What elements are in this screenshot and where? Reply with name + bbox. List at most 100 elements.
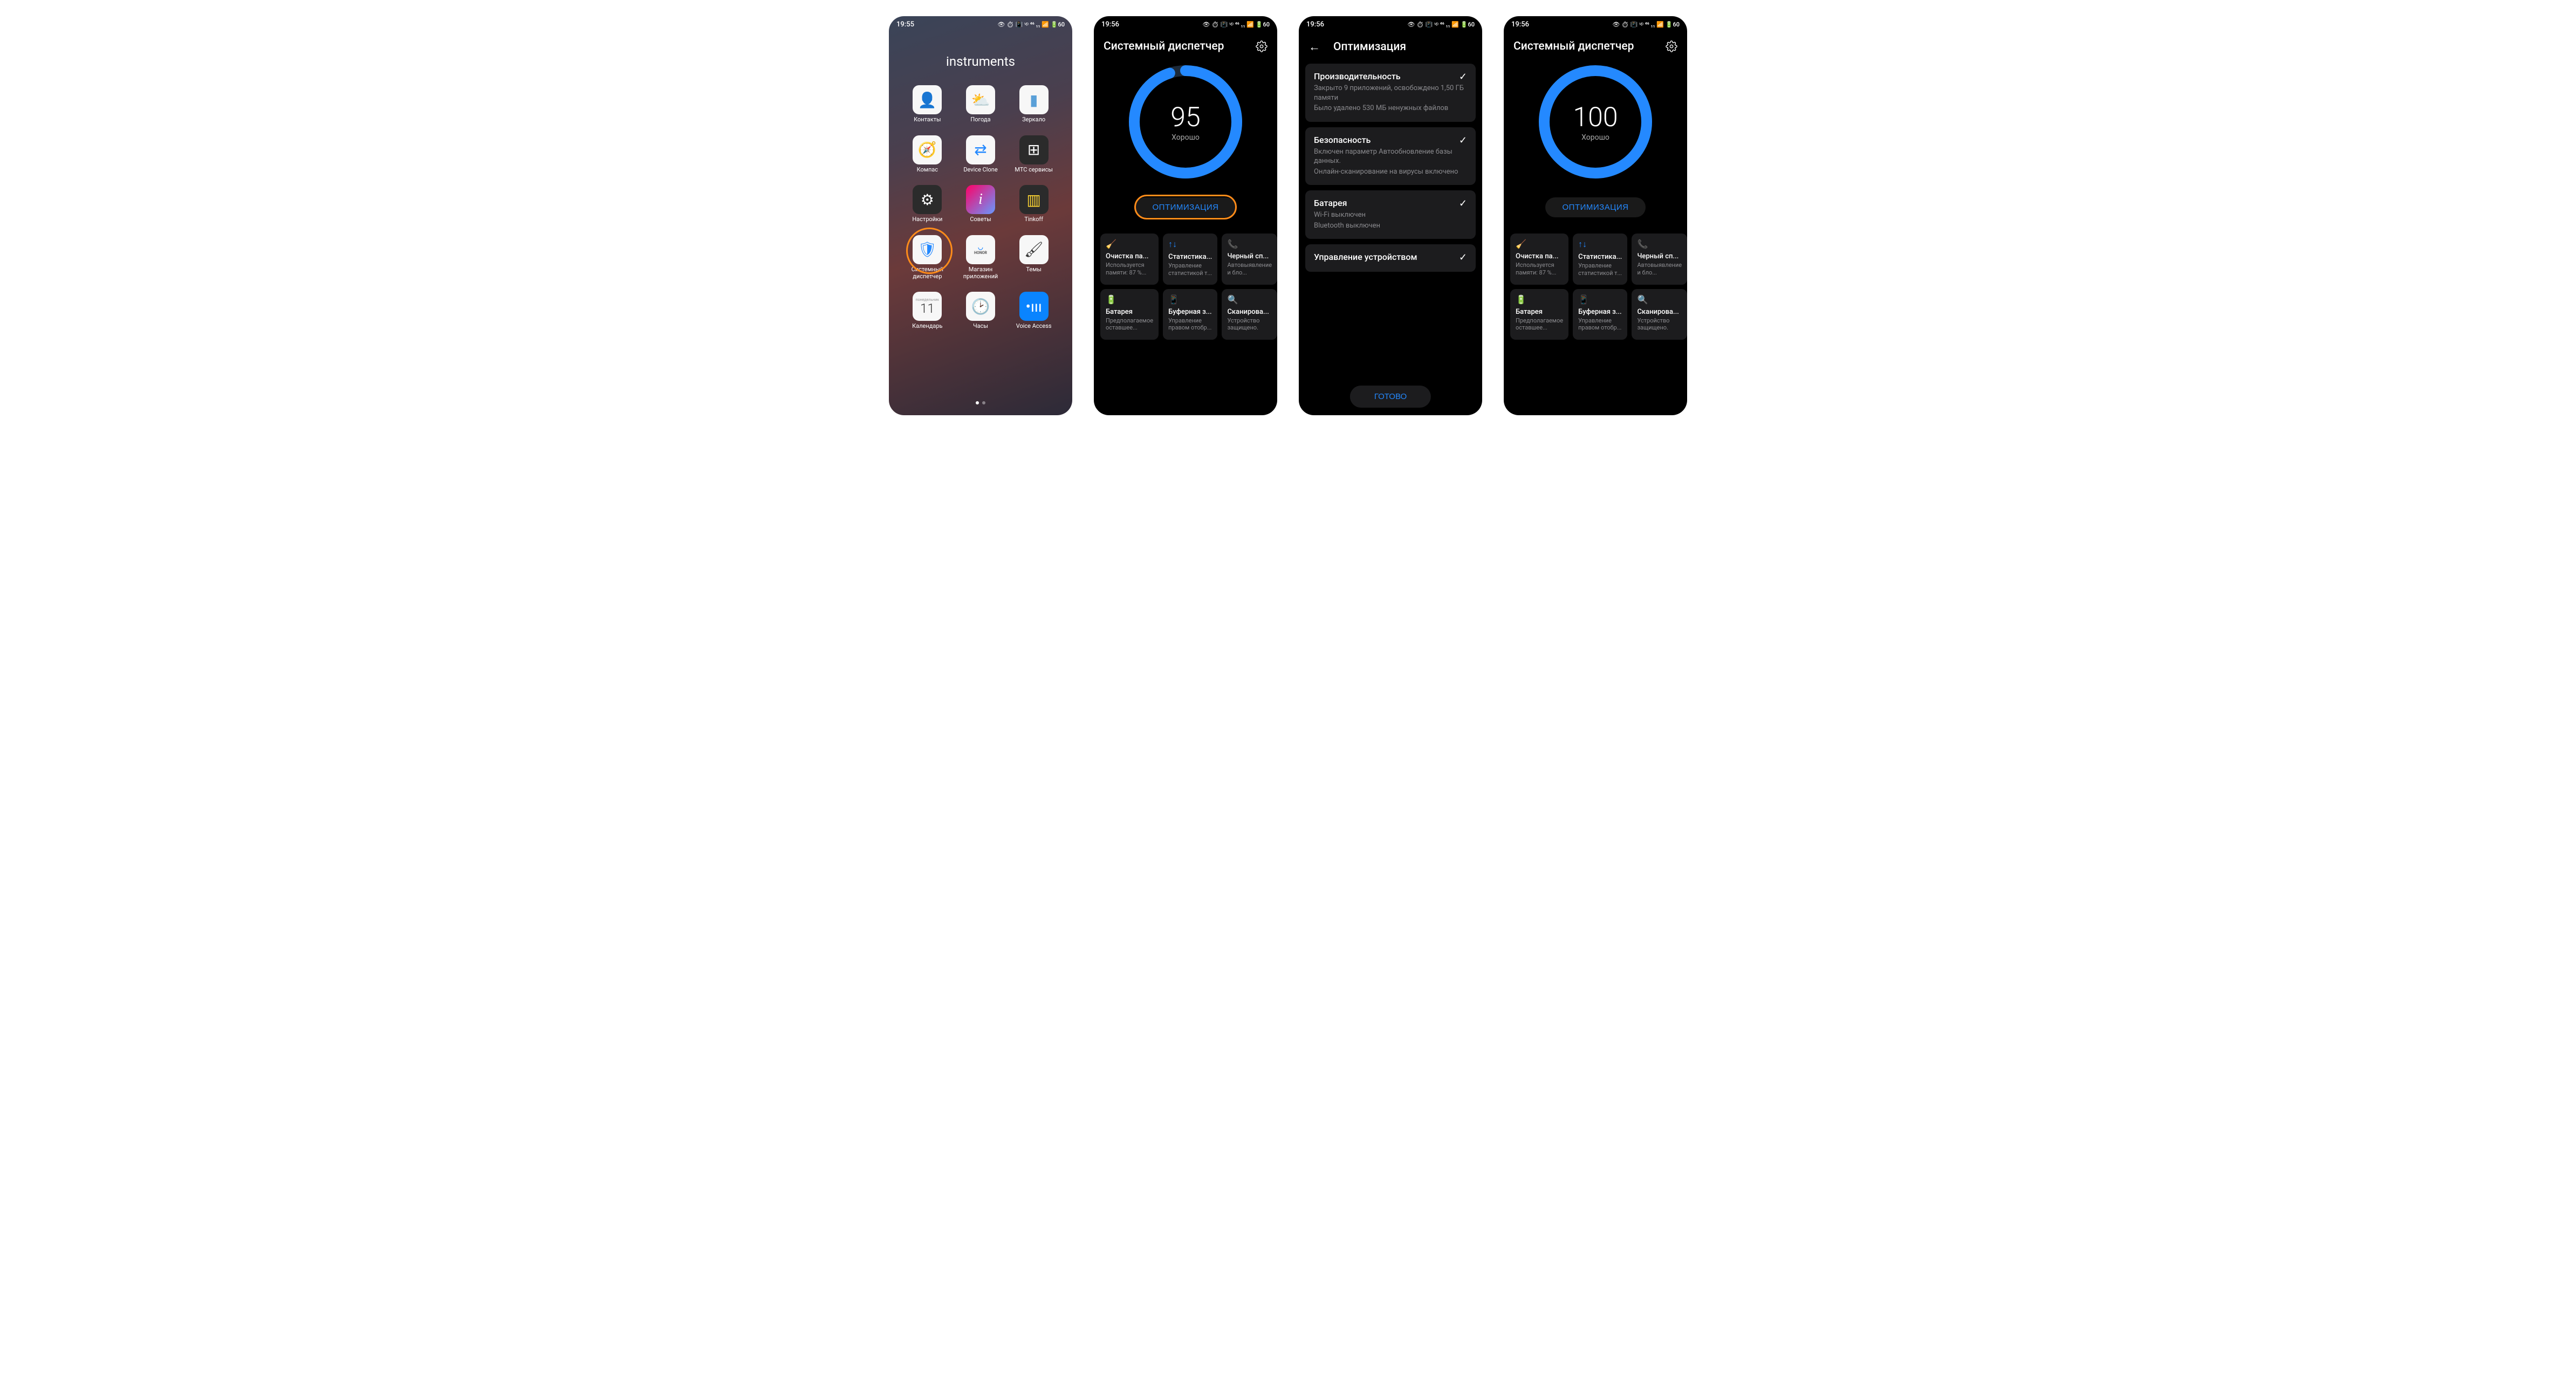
- tips-icon: i: [966, 185, 995, 214]
- page-dot[interactable]: [982, 401, 985, 404]
- battery-icon: 🔋: [1106, 294, 1153, 305]
- tile-title: Статистика...: [1578, 253, 1622, 261]
- compass-icon: 🧭: [913, 135, 942, 164]
- back-arrow-icon[interactable]: ←: [1308, 40, 1320, 54]
- app-label: Магазин приложений: [956, 266, 1005, 280]
- app-settings[interactable]: ⚙ Настройки: [901, 185, 954, 223]
- tile-cleanup[interactable]: 🧹 Очистка па... Используется памяти: 87 …: [1510, 233, 1568, 285]
- contacts-icon: 👤: [913, 85, 942, 114]
- tile-battery[interactable]: 🔋 Батарея Предполагаемое оставшее...: [1510, 289, 1568, 340]
- tile-buffer[interactable]: 📱 Буферная з... Управление правом отобр.…: [1163, 289, 1217, 340]
- system-manager-screen-after: 19:56 👁 ⏱ 📳 ᵛᵖ ⁴⁶ ₁₁ 📶 🔋60 Системный дис…: [1504, 16, 1687, 415]
- tile-blocklist[interactable]: 📞 Черный сп... Автовыявление и бло...: [1222, 233, 1277, 285]
- app-tips[interactable]: i Советы: [954, 185, 1008, 223]
- gear-icon[interactable]: [1666, 40, 1677, 52]
- app-mts[interactable]: ⊞ МТС сервисы: [1007, 135, 1060, 174]
- app-grid: 👤 Контакты ⛅ Погода ▮ Зеркало 🧭 Компас ⇄…: [889, 85, 1072, 330]
- tile-sub: Автовыявление и бло...: [1637, 262, 1682, 277]
- broom-icon: 🧹: [1106, 239, 1153, 249]
- app-system-manager[interactable]: 🛡 Системный диспетчер: [901, 235, 954, 280]
- tile-sub: Управление правом отобр...: [1168, 317, 1212, 332]
- tile-title: Очистка па...: [1106, 252, 1153, 260]
- done-button[interactable]: ГОТОВО: [1350, 386, 1431, 408]
- folder-title: instruments: [889, 54, 1072, 69]
- tile-buffer[interactable]: 📱 Буферная з... Управление правом отобр.…: [1573, 289, 1627, 340]
- check-icon: ✓: [1459, 252, 1467, 263]
- app-label: Компас: [917, 167, 938, 174]
- header: Системный диспетчер: [1504, 32, 1687, 57]
- section-detail: Bluetooth выключен: [1314, 221, 1467, 231]
- section-detail: Включен параметр Автообновление базы дан…: [1314, 147, 1467, 166]
- status-icons: 👁 ⏱ 📳 ᵛᵖ ⁴⁶ ₁₁ 📶 🔋60: [997, 21, 1065, 28]
- section-title: Производительность: [1314, 71, 1467, 81]
- status-bar: 19:56 👁 ⏱ 📳 ᵛᵖ ⁴⁶ ₁₁ 📶 🔋60: [1299, 16, 1482, 32]
- section-device-management[interactable]: ✓ Управление устройством: [1305, 244, 1476, 272]
- data-icon: ↑↓: [1578, 239, 1622, 250]
- page-dot[interactable]: [976, 401, 979, 404]
- tile-scan[interactable]: 🔍 Сканирова... Устройство защищено.: [1632, 289, 1687, 340]
- optimization-screen: 19:56 👁 ⏱ 📳 ᵛᵖ ⁴⁶ ₁₁ 📶 🔋60 ← Оптимизация…: [1299, 16, 1482, 415]
- section-security[interactable]: ✓ Безопасность Включен параметр Автообно…: [1305, 127, 1476, 185]
- app-contacts[interactable]: 👤 Контакты: [901, 85, 954, 123]
- tinkoff-icon: ▥: [1019, 185, 1049, 214]
- tile-sub: Автовыявление и бло...: [1227, 262, 1272, 277]
- app-label: Системный диспетчер: [903, 266, 951, 280]
- check-icon: ✓: [1459, 198, 1467, 209]
- section-title: Безопасность: [1314, 135, 1467, 145]
- calendar-day-num: 11: [920, 302, 935, 315]
- status-bar: 19:56 👁 ⏱ 📳 ᵛᵖ ⁴⁶ ₁₁ 📶 🔋60: [1504, 16, 1687, 32]
- status-time: 19:55: [896, 20, 914, 29]
- tile-blocklist[interactable]: 📞 Черный сп... Автовыявление и бло...: [1632, 233, 1687, 285]
- gauge-score: 95: [1170, 102, 1200, 133]
- tile-title: Черный сп...: [1637, 252, 1682, 260]
- system-manager-screen: 19:56 👁 ⏱ 📳 ᵛᵖ ⁴⁶ ₁₁ 📶 🔋60 Системный дис…: [1094, 16, 1277, 415]
- app-clock[interactable]: 🕑 Часы: [954, 292, 1008, 330]
- clock-icon: 🕑: [966, 292, 995, 321]
- section-detail: Закрыто 9 приложений, освобождено 1,50 Г…: [1314, 84, 1467, 102]
- header: Системный диспетчер: [1094, 32, 1277, 57]
- app-label: Темы: [1026, 266, 1042, 273]
- tile-battery[interactable]: 🔋 Батарея Предполагаемое оставшее...: [1100, 289, 1159, 340]
- status-icons: 👁 ⏱ 📳 ᵛᵖ ⁴⁶ ₁₁ 📶 🔋60: [1407, 21, 1475, 28]
- tile-title: Буферная з...: [1578, 308, 1622, 316]
- gauge-wrap: 95 Хорошо: [1094, 57, 1277, 187]
- app-appstore[interactable]: ◡HONOR Магазин приложений: [954, 235, 1008, 280]
- check-icon: ✓: [1459, 135, 1467, 146]
- status-time: 19:56: [1101, 20, 1119, 29]
- app-weather[interactable]: ⛅ Погода: [954, 85, 1008, 123]
- tile-cleanup[interactable]: 🧹 Очистка па... Используется памяти: 87 …: [1100, 233, 1159, 285]
- status-time: 19:56: [1511, 20, 1529, 29]
- tile-stats[interactable]: ↑↓ Статистика... Управление статистикой …: [1163, 233, 1217, 285]
- tile-title: Батарея: [1516, 308, 1563, 316]
- page-title: Оптимизация: [1333, 40, 1406, 53]
- tile-stats[interactable]: ↑↓ Статистика... Управление статистикой …: [1573, 233, 1627, 285]
- section-detail: Было удалено 530 МБ ненужных файлов: [1314, 104, 1467, 113]
- home-screen: 19:55 👁 ⏱ 📳 ᵛᵖ ⁴⁶ ₁₁ 📶 🔋60 instruments 👤…: [889, 16, 1072, 415]
- tile-sub: Управление правом отобр...: [1578, 317, 1622, 332]
- calendar-icon: понедельник 11: [913, 292, 942, 321]
- optimize-button[interactable]: ОПТИМИЗАЦИЯ: [1135, 197, 1236, 217]
- scan-icon: 🔍: [1637, 294, 1682, 305]
- gear-icon[interactable]: [1256, 40, 1268, 52]
- status-bar: 19:55 👁 ⏱ 📳 ᵛᵖ ⁴⁶ ₁₁ 📶 🔋60: [889, 16, 1072, 32]
- tile-title: Сканирова...: [1227, 308, 1272, 316]
- settings-icon: ⚙: [913, 185, 942, 214]
- app-themes[interactable]: 🖌 Темы: [1007, 235, 1060, 280]
- tile-sub: Устройство защищено.: [1227, 317, 1272, 332]
- appstore-icon: ◡HONOR: [966, 235, 995, 264]
- optimize-button[interactable]: ОПТИМИЗАЦИЯ: [1545, 197, 1646, 217]
- app-mirror[interactable]: ▮ Зеркало: [1007, 85, 1060, 123]
- app-calendar[interactable]: понедельник 11 Календарь: [901, 292, 954, 330]
- section-battery[interactable]: ✓ Батарея Wi-Fi выключен Bluetooth выклю…: [1305, 190, 1476, 239]
- mts-icon: ⊞: [1019, 135, 1049, 164]
- tile-sub: Устройство защищено.: [1637, 317, 1682, 332]
- tile-scan[interactable]: 🔍 Сканирова... Устройство защищено.: [1222, 289, 1277, 340]
- app-voice-access[interactable]: •ııı Voice Access: [1007, 292, 1060, 330]
- app-device-clone[interactable]: ⇄ Device Clone: [954, 135, 1008, 174]
- section-performance[interactable]: ✓ Производительность Закрыто 9 приложени…: [1305, 64, 1476, 122]
- gauge-rating: Хорошо: [1581, 133, 1609, 142]
- app-tinkoff[interactable]: ▥ Tinkoff: [1007, 185, 1060, 223]
- app-label: Tinkoff: [1024, 216, 1043, 223]
- app-compass[interactable]: 🧭 Компас: [901, 135, 954, 174]
- page-title: Системный диспетчер: [1104, 40, 1224, 53]
